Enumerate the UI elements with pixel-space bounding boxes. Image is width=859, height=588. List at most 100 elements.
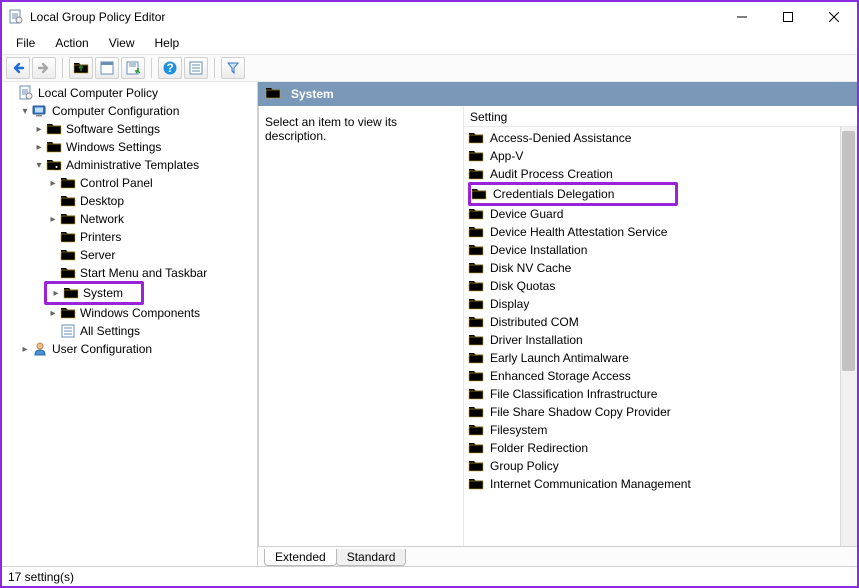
list-item-label: Group Policy <box>490 459 559 473</box>
chevron-right-icon[interactable]: ▸ <box>46 214 60 225</box>
back-button[interactable] <box>6 57 30 79</box>
tree-windows-components[interactable]: ▸ Windows Components <box>4 304 257 322</box>
tree-network[interactable]: ▸ Network <box>4 210 257 228</box>
list-item[interactable]: Device Installation <box>468 241 857 259</box>
folder-icon <box>63 285 79 301</box>
folder-icon <box>60 229 76 245</box>
forward-button[interactable] <box>32 57 56 79</box>
help-button[interactable] <box>158 57 182 79</box>
chevron-right-icon[interactable]: ▸ <box>32 124 46 135</box>
tree-label: Windows Settings <box>66 140 161 154</box>
chevron-down-icon[interactable]: ▾ <box>32 160 46 171</box>
list-item[interactable]: Device Guard <box>468 205 857 223</box>
list-item[interactable]: Credentials Delegation <box>471 185 675 203</box>
tab-extended[interactable]: Extended <box>264 549 337 566</box>
filter-button[interactable] <box>221 57 245 79</box>
tree-server[interactable]: Server <box>4 246 257 264</box>
chevron-right-icon[interactable]: ▸ <box>46 308 60 319</box>
policy-root-icon <box>18 85 34 101</box>
list-item[interactable]: Filesystem <box>468 421 857 439</box>
list-item[interactable]: Disk Quotas <box>468 277 857 295</box>
tree-label: Server <box>80 248 115 262</box>
scrollbar-thumb[interactable] <box>842 131 855 371</box>
list-item[interactable]: Enhanced Storage Access <box>468 367 857 385</box>
list-item-label: Internet Communication Management <box>490 477 691 491</box>
minimize-button[interactable] <box>719 2 765 32</box>
folder-icon <box>468 166 484 182</box>
user-icon <box>32 341 48 357</box>
list-item[interactable]: App-V <box>468 147 857 165</box>
list-item-label: Display <box>490 297 529 311</box>
settings-list-icon <box>60 323 76 339</box>
scrollbar-vertical[interactable] <box>840 127 857 546</box>
tree-pane[interactable]: Local Computer Policy ▾ Computer Configu… <box>2 82 258 566</box>
tree-windows-settings[interactable]: ▸ Windows Settings <box>4 138 257 156</box>
folder-icon <box>468 296 484 312</box>
tree-computer-configuration[interactable]: ▾ Computer Configuration <box>4 102 257 120</box>
folder-icon <box>468 476 484 492</box>
column-header-setting[interactable]: Setting <box>464 107 857 127</box>
list-item[interactable]: Distributed COM <box>468 313 857 331</box>
list-item[interactable]: Audit Process Creation <box>468 165 857 183</box>
list-item[interactable]: File Classification Infrastructure <box>468 385 857 403</box>
tree-admin-templates[interactable]: ▾ Administrative Templates <box>4 156 257 174</box>
folder-icon <box>60 265 76 281</box>
folder-icon <box>60 305 76 321</box>
list-item[interactable]: Internet Communication Management <box>468 475 857 493</box>
list-item[interactable]: Access-Denied Assistance <box>468 129 857 147</box>
refresh-button[interactable] <box>121 57 145 79</box>
chevron-right-icon[interactable]: ▸ <box>49 288 63 299</box>
folder-icon <box>471 186 487 202</box>
tree-root[interactable]: Local Computer Policy <box>4 84 257 102</box>
chevron-right-icon[interactable]: ▸ <box>46 178 60 189</box>
menu-help[interactable]: Help <box>145 34 190 52</box>
list-item-label: Device Guard <box>490 207 563 221</box>
chevron-right-icon[interactable]: ▸ <box>32 142 46 153</box>
tree-control-panel[interactable]: ▸ Control Panel <box>4 174 257 192</box>
tree-label: Network <box>80 212 124 226</box>
settings-list[interactable]: Access-Denied Assistance App-V Audit Proce… <box>464 127 857 546</box>
description-prompt: Select an item to view its description. <box>265 115 397 143</box>
chevron-down-icon[interactable]: ▾ <box>18 106 32 117</box>
toolbar-separator <box>214 58 215 78</box>
window-title: Local Group Policy Editor <box>30 10 165 24</box>
maximize-button[interactable] <box>765 2 811 32</box>
list-item[interactable]: Group Policy <box>468 457 857 475</box>
list-item-label: Filesystem <box>490 423 547 437</box>
chevron-right-icon[interactable]: ▸ <box>18 344 32 355</box>
list-item-label: App-V <box>490 149 523 163</box>
list-item-label: Access-Denied Assistance <box>490 131 631 145</box>
tab-standard[interactable]: Standard <box>336 549 407 566</box>
menu-view[interactable]: View <box>99 34 145 52</box>
tree-printers[interactable]: Printers <box>4 228 257 246</box>
tree-system[interactable]: ▸ System <box>47 284 141 302</box>
up-folder-button[interactable] <box>69 57 93 79</box>
list-item[interactable]: Disk NV Cache <box>468 259 857 277</box>
list-item[interactable]: Driver Installation <box>468 331 857 349</box>
tree-label: Control Panel <box>80 176 153 190</box>
list-item[interactable]: Folder Redirection <box>468 439 857 457</box>
detail-header: System <box>258 82 857 106</box>
tree-desktop[interactable]: Desktop <box>4 192 257 210</box>
list-item-label: Enhanced Storage Access <box>490 369 631 383</box>
list-item[interactable]: File Share Shadow Copy Provider <box>468 403 857 421</box>
tree-label: System <box>83 286 123 300</box>
tree-user-configuration[interactable]: ▸ User Configuration <box>4 340 257 358</box>
menu-action[interactable]: Action <box>45 34 98 52</box>
close-button[interactable] <box>811 2 857 32</box>
tree-software-settings[interactable]: ▸ Software Settings <box>4 120 257 138</box>
folder-icon <box>468 260 484 276</box>
show-list-button[interactable] <box>184 57 208 79</box>
tree-label: Computer Configuration <box>52 104 179 118</box>
title-bar: Local Group Policy Editor <box>2 2 857 32</box>
tree-all-settings[interactable]: All Settings <box>4 322 257 340</box>
list-item[interactable]: Early Launch Antimalware <box>468 349 857 367</box>
folder-icon <box>60 175 76 191</box>
menu-file[interactable]: File <box>6 34 45 52</box>
folder-icon <box>468 404 484 420</box>
tree-start-menu[interactable]: Start Menu and Taskbar <box>4 264 257 282</box>
list-item[interactable]: Display <box>468 295 857 313</box>
properties-button[interactable] <box>95 57 119 79</box>
list-item[interactable]: Device Health Attestation Service <box>468 223 857 241</box>
tree-label: Software Settings <box>66 122 160 136</box>
